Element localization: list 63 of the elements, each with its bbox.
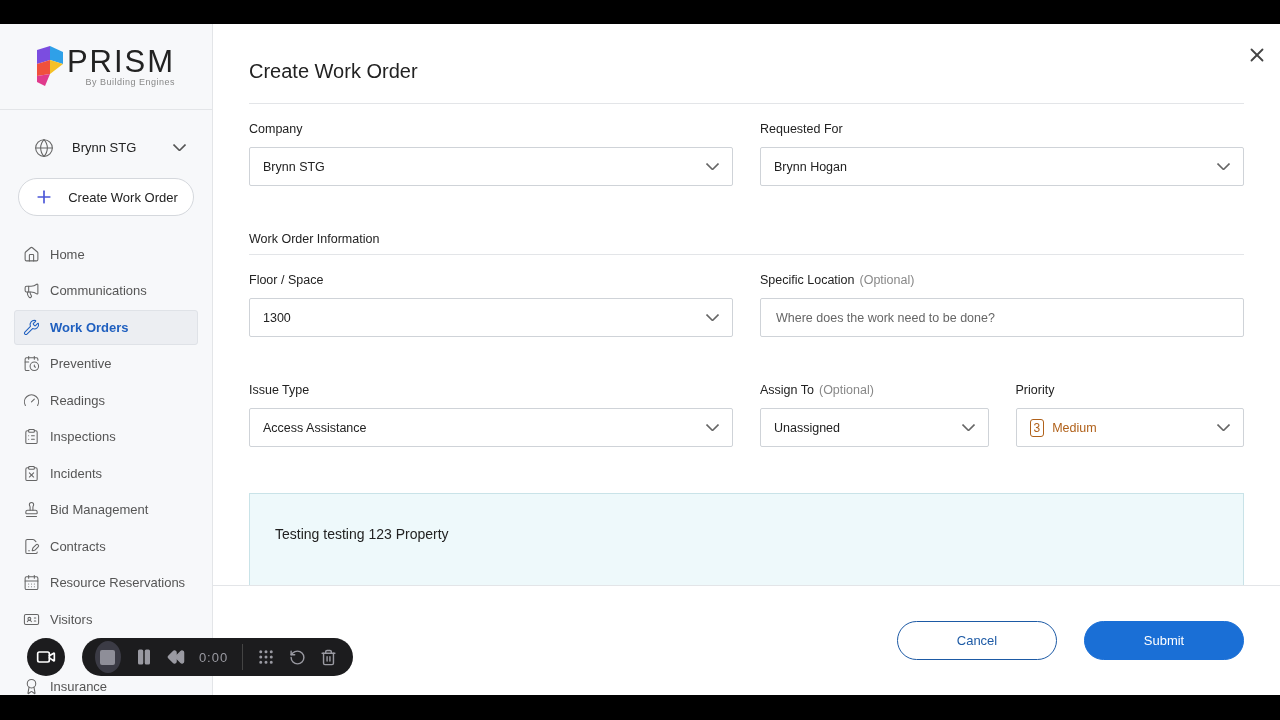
- nav-item[interactable]: Resource Reservations: [14, 565, 198, 600]
- cancel-button[interactable]: Cancel: [897, 621, 1057, 660]
- section-heading: Work Order Information: [249, 232, 1244, 255]
- chevron-down-icon: [1217, 424, 1230, 431]
- logo-icon: [36, 46, 63, 87]
- field-label: Issue Type: [249, 383, 310, 397]
- restart-icon[interactable]: [289, 648, 306, 666]
- globe-icon: [34, 137, 54, 158]
- select-field[interactable]: Brynn Hogan: [760, 147, 1244, 186]
- chevron-down-icon: [961, 424, 975, 431]
- nav-item[interactable]: Inspections: [14, 419, 198, 454]
- field-label: Specific Location: [760, 273, 855, 287]
- megaphone-icon: [23, 282, 40, 300]
- logo-name: PRISM: [66, 45, 176, 77]
- chevron-down-icon: [1217, 163, 1230, 170]
- optional-note: (Optional): [818, 383, 874, 397]
- nav-item[interactable]: Preventive: [14, 346, 198, 381]
- gauge-icon: [23, 391, 40, 409]
- nav-item[interactable]: Work Orders: [14, 310, 198, 345]
- nav-item[interactable]: Incidents: [14, 456, 198, 491]
- chevron-down-icon: [173, 144, 186, 152]
- nav-item[interactable]: Bid Management: [14, 492, 198, 527]
- field-label: Assign To: [760, 383, 814, 397]
- dialog-title: Create Work Order: [249, 60, 418, 83]
- logo-tagline: By Building Engines: [85, 76, 176, 87]
- document-icon: [23, 537, 40, 555]
- field-label: Requested For: [760, 122, 843, 136]
- priority-select[interactable]: 3 Medium: [1015, 408, 1244, 447]
- recording-time: 0:00: [198, 649, 229, 665]
- nav-item[interactable]: Contracts: [14, 529, 198, 564]
- rewind-icon[interactable]: [166, 648, 185, 666]
- chevron-down-icon: [706, 163, 719, 170]
- chevron-down-icon: [706, 314, 719, 321]
- stop-button[interactable]: [95, 641, 121, 673]
- optional-note: (Optional): [859, 273, 915, 287]
- property-selector[interactable]: Brynn STG: [34, 133, 186, 162]
- nav-item[interactable]: Readings: [14, 383, 198, 418]
- field-label: Company: [249, 122, 303, 136]
- trash-icon[interactable]: [320, 648, 337, 666]
- select-field[interactable]: 1300: [249, 298, 733, 337]
- nav-item[interactable]: Insurance: [14, 677, 198, 695]
- nav-item[interactable]: Visitors: [14, 602, 198, 637]
- wrench-icon: [23, 318, 40, 336]
- grid-icon[interactable]: [257, 648, 275, 666]
- field-label: Floor / Space: [249, 273, 324, 287]
- select-field[interactable]: Unassigned: [760, 408, 989, 447]
- input-field[interactable]: Where does the work need to be done?: [760, 298, 1244, 337]
- submit-button[interactable]: Submit: [1084, 621, 1244, 660]
- stamp-icon: [23, 501, 40, 519]
- nav-item[interactable]: Home: [14, 237, 198, 272]
- field-label: Priority: [1015, 383, 1055, 397]
- clipboard-icon: [23, 464, 40, 482]
- home-icon: [23, 245, 40, 263]
- clipboard-icon: [23, 428, 40, 446]
- calendar-icon: [23, 355, 40, 373]
- create-work-order-button[interactable]: Create Work Order: [18, 178, 194, 216]
- info-box: Testing testing 123 Property: [249, 493, 1244, 585]
- priority-number: 3: [1029, 418, 1045, 437]
- select-field[interactable]: Brynn STG: [249, 147, 733, 186]
- select-field[interactable]: Access Assistance: [249, 408, 733, 447]
- chevron-down-icon: [706, 424, 719, 431]
- calendar-icon: [23, 574, 40, 592]
- nav-item[interactable]: Communications: [14, 273, 198, 308]
